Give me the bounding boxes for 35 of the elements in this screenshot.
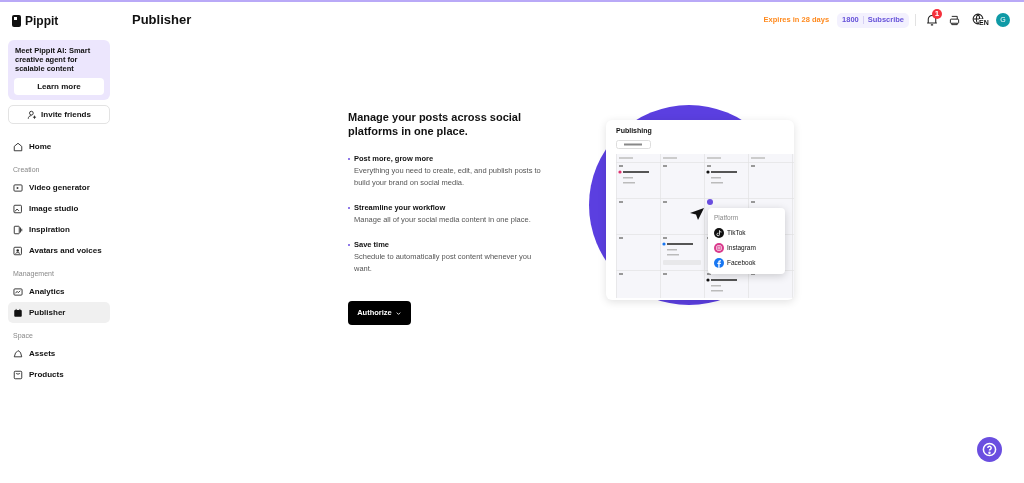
learn-more-button[interactable]: Learn more <box>14 78 104 95</box>
chart-icon <box>13 286 23 297</box>
calendar-icon <box>13 307 23 318</box>
help-icon <box>982 442 997 457</box>
nav-item[interactable]: Publisher <box>8 302 110 323</box>
invite-friends-button[interactable]: Invite friends <box>8 105 110 124</box>
box-icon <box>13 369 23 380</box>
portrait-icon <box>13 245 23 256</box>
nav-item[interactable]: Image studio <box>8 198 110 219</box>
nav-item[interactable]: Analytics <box>8 281 110 302</box>
chevron-down-icon <box>394 309 402 317</box>
page-title: Publisher <box>132 11 192 30</box>
home-icon <box>13 141 23 152</box>
nav-item[interactable]: Assets <box>8 343 110 364</box>
facebook-logo-icon <box>714 257 724 268</box>
nav-item[interactable]: Avatars and voices <box>8 240 110 261</box>
panel-icon <box>13 224 23 235</box>
video-icon <box>13 182 23 193</box>
tiktok-logo-icon <box>714 227 724 238</box>
add-person-icon <box>27 109 38 120</box>
nav-item[interactable]: Video generator <box>8 177 110 198</box>
cursor-icon <box>689 207 705 221</box>
nav-item[interactable]: Inspiration <box>8 219 110 240</box>
camera-logo-icon <box>714 242 724 253</box>
brand-name: Pippit <box>25 13 59 30</box>
image-icon <box>13 203 23 214</box>
logo-icon <box>12 15 21 27</box>
headline: Manage your posts across social platforms in one place. <box>348 110 522 138</box>
notification-badge: 1 <box>932 8 942 19</box>
cloud-icon <box>13 348 23 359</box>
help-button[interactable] <box>977 437 1002 462</box>
printer-icon[interactable] <box>949 14 960 26</box>
nav-item[interactable]: Home <box>8 136 110 157</box>
nav-item[interactable]: Products <box>8 364 110 385</box>
bell-icon[interactable] <box>926 13 938 26</box>
